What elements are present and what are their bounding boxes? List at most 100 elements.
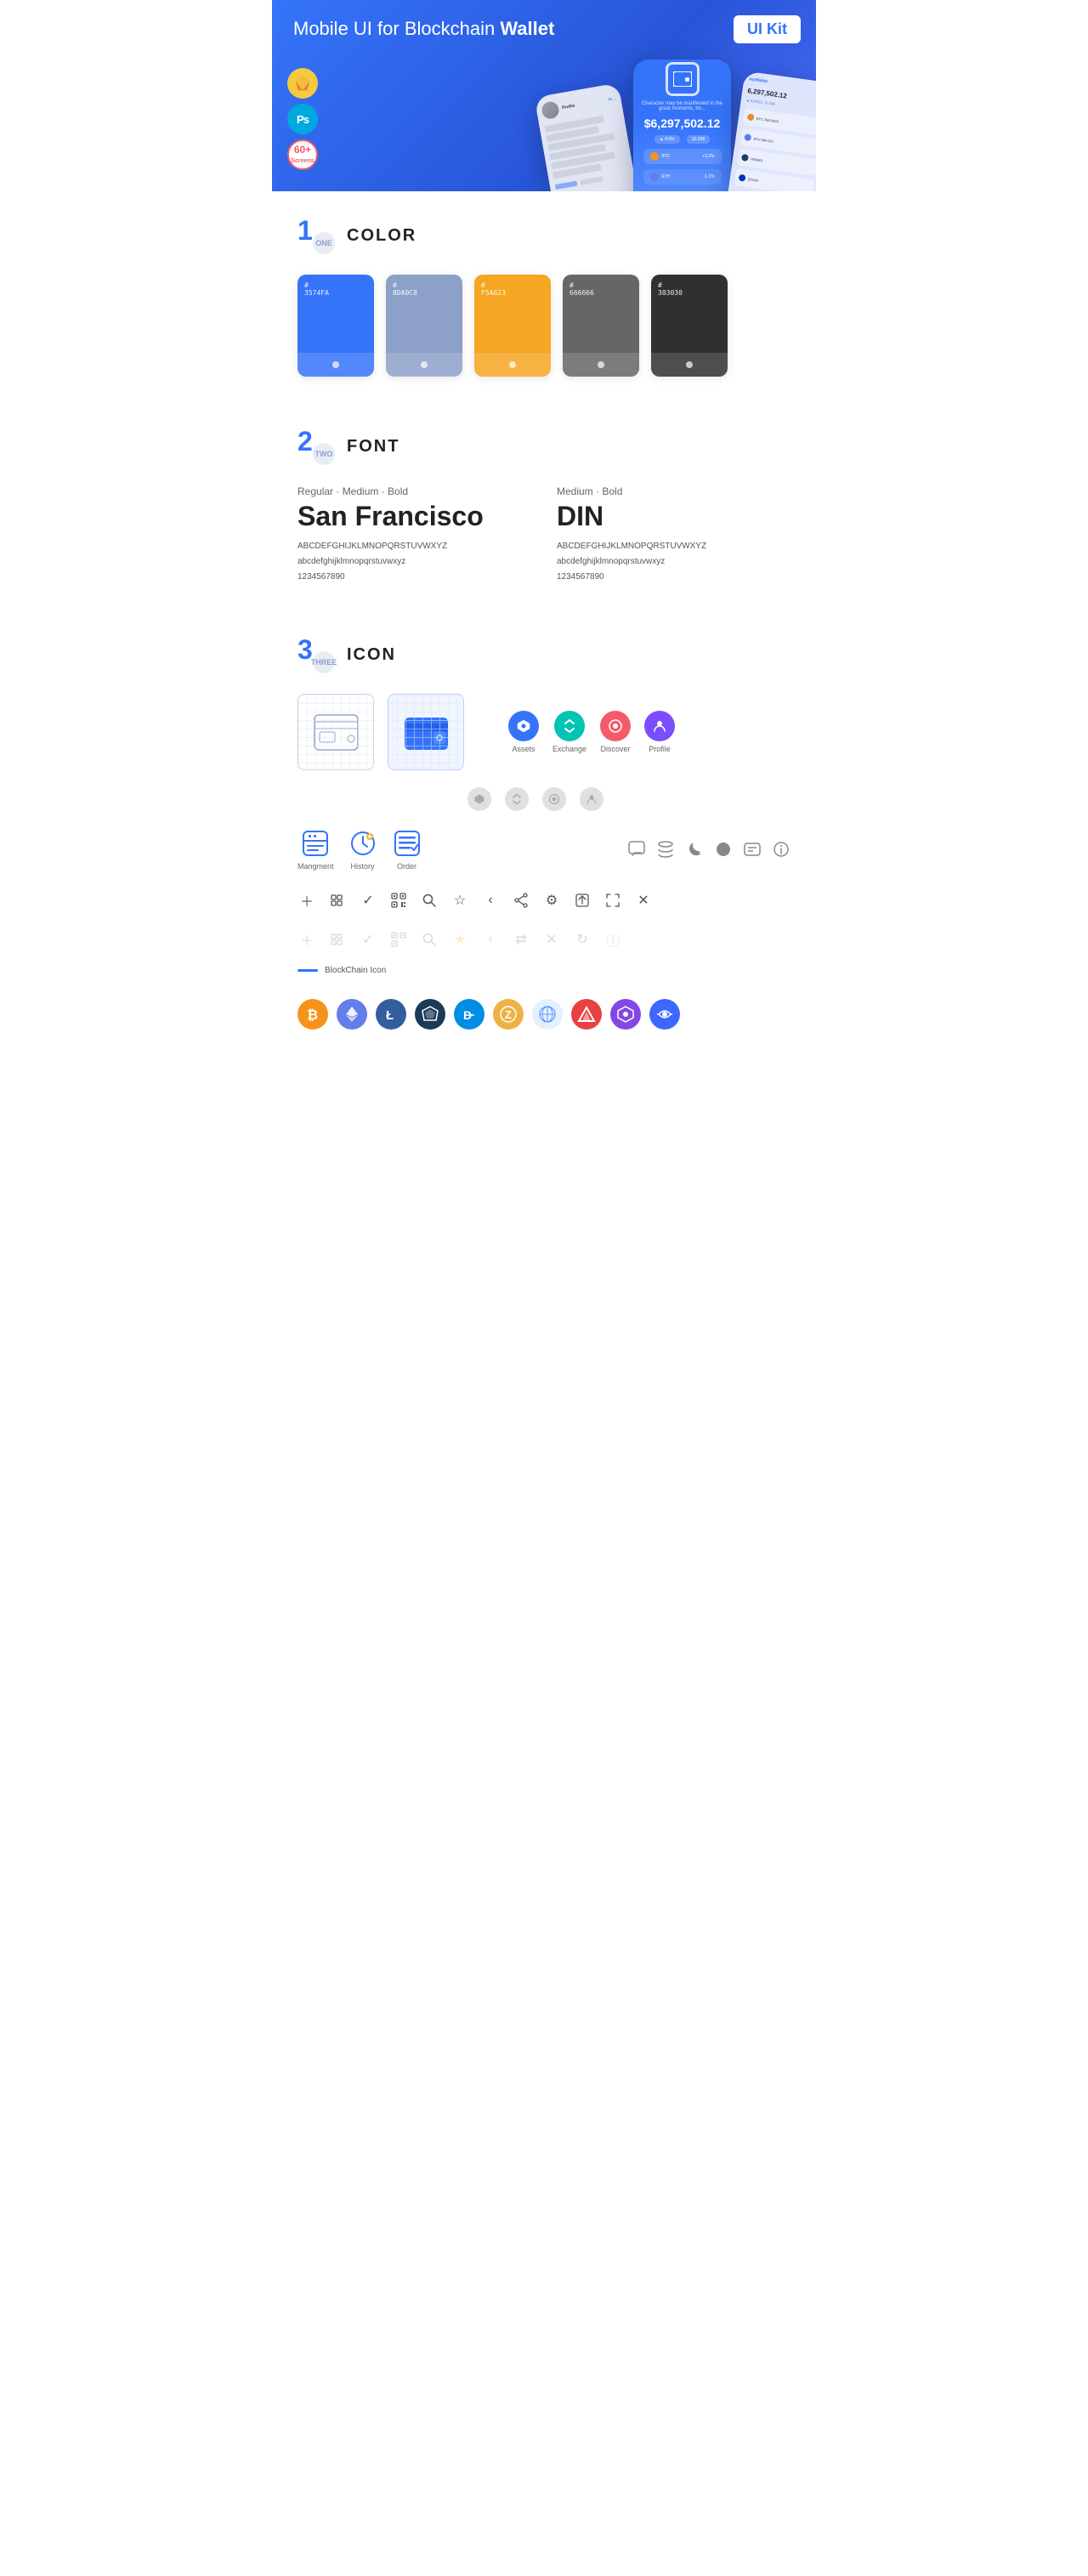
svg-text:Z: Z <box>505 1008 512 1021</box>
bottom-nav-icons-row: Mangment History Orde <box>298 828 790 871</box>
ghost-exchange-icon <box>505 787 529 811</box>
phone-mockup-right: myWallet 6,297,502.12 ▲ 4.04312 12-298 B… <box>725 71 816 191</box>
crypto-icons-row: ₿ Ł D Z <box>298 999 790 1030</box>
management-icon <box>300 828 331 859</box>
qr-icon <box>389 891 408 910</box>
order-icon-item: Order <box>392 828 422 871</box>
assets-icon-item: Assets <box>508 711 539 753</box>
circle-icon <box>714 840 733 859</box>
ghost-assets-icon <box>468 787 491 811</box>
chevron-left-icon-faded: ‹ <box>481 930 500 949</box>
icon-section-number: 3 THREE <box>298 636 335 673</box>
hero-section: Mobile UI for Blockchain Wallet UI Kit P… <box>272 0 816 191</box>
chat-icon <box>627 840 646 859</box>
ui-kit-badge: UI Kit <box>734 15 801 43</box>
message-icon <box>743 840 762 859</box>
svg-text:₿: ₿ <box>307 1007 318 1023</box>
order-icon <box>392 828 422 859</box>
x-icon-faded: ✕ <box>542 930 561 949</box>
list-icon-faded <box>328 930 347 949</box>
resize-icon <box>604 891 622 910</box>
exchange-icon-item: Exchange <box>552 711 586 753</box>
qr-icon-faded <box>389 930 408 949</box>
ghost-icons-row <box>298 787 790 811</box>
chevron-left-icon: ‹ <box>481 891 500 910</box>
color-swatch-orange: #F5A623 <box>474 275 551 377</box>
close-icon: ✕ <box>634 891 653 910</box>
action-icons-row-1: ＋ ✓ ☆ ‹ ⚙ ✕ <box>298 888 790 913</box>
star-icon: ☆ <box>450 891 469 910</box>
icon-grid: Assets Exchange Discover <box>298 694 790 1030</box>
font-section-header: 2 TWO FONT <box>298 428 790 465</box>
redo-icon-faded: ↻ <box>573 930 592 949</box>
divider-blue-line <box>298 969 318 972</box>
search-icon-faded <box>420 930 439 949</box>
ethereum-icon <box>337 999 367 1030</box>
share-icon <box>512 891 530 910</box>
polygon-icon <box>610 999 641 1030</box>
screens-badge: 60+Screens <box>287 139 318 170</box>
action-icons-row-2-faded: ＋ ✓ ★ ‹ ⇄ ✕ ↻ ⓘ <box>298 930 790 949</box>
layers-icon <box>656 840 675 859</box>
phone-mockup-left: Profile AI... <box>535 82 642 191</box>
sketch-badge <box>287 68 318 99</box>
plus-icon-faded: ＋ <box>298 930 316 949</box>
misc-icons-group <box>627 840 790 859</box>
arrows-icon-faded: ⇄ <box>512 930 530 949</box>
upload-icon <box>573 891 592 910</box>
color-swatch-dark: #303030 <box>651 275 728 377</box>
bitcoin-icon: ₿ <box>298 999 328 1030</box>
exchange-icon <box>554 711 585 741</box>
color-swatch-blue: #3574FA <box>298 275 374 377</box>
color-swatch-slate: #8DA0C8 <box>386 275 462 377</box>
dash-icon: D <box>454 999 484 1030</box>
icon-section-header: 3 THREE ICON <box>298 636 790 673</box>
hero-title: Mobile UI for Blockchain Wallet <box>293 17 795 42</box>
color-section: 1 ONE COLOR #3574FA #8DA0C8 #F5A623 #666… <box>272 191 816 402</box>
icon-section: 3 THREE ICON <box>272 610 816 1055</box>
check-icon: ✓ <box>359 891 377 910</box>
assets-icon <box>508 711 539 741</box>
avalanche-icon <box>571 999 602 1030</box>
discover-icon <box>600 711 631 741</box>
zcash-icon: Z <box>493 999 524 1030</box>
phone-mockup-center: Character may be manifested in the great… <box>633 60 731 191</box>
blueprint-icons-row: Assets Exchange Discover <box>298 694 790 770</box>
history-icon-item: History <box>348 828 378 871</box>
check-icon-faded: ✓ <box>359 930 377 949</box>
moon-icon <box>685 840 704 859</box>
blockchain-divider: BlockChain Icon <box>298 966 790 975</box>
management-icon-item: Mangment <box>298 828 334 871</box>
info-icon-faded: ⓘ <box>604 930 622 949</box>
font-section: 2 TWO FONT Regular · Medium · Bold San F… <box>272 402 816 610</box>
phone-mockups: Profile AI... Charac <box>544 60 816 191</box>
litecoin-icon: Ł <box>376 999 406 1030</box>
font-din: Medium · Bold DIN ABCDEFGHIJKLMNOPQRSTUV… <box>557 485 790 585</box>
svg-text:Ł: Ł <box>386 1008 394 1023</box>
info-icon <box>772 840 790 859</box>
font-grid: Regular · Medium · Bold San Francisco AB… <box>298 485 790 585</box>
font-section-number: 2 TWO <box>298 428 335 465</box>
search-icon <box>420 891 439 910</box>
list-icon <box>328 891 347 910</box>
profile-icon-item: Profile <box>644 711 675 753</box>
profile-icon <box>644 711 675 741</box>
bancor-icon <box>649 999 680 1030</box>
loopring-icon <box>532 999 563 1030</box>
history-icon <box>348 828 378 859</box>
font-san-francisco: Regular · Medium · Bold San Francisco AB… <box>298 485 531 585</box>
discover-icon-item: Discover <box>600 711 631 753</box>
color-swatch-gray: #666666 <box>563 275 639 377</box>
star-icon-faded: ★ <box>450 930 469 949</box>
ghost-discover-icon <box>542 787 566 811</box>
ghost-profile-icon <box>580 787 604 811</box>
plus-icon: ＋ <box>298 891 316 910</box>
blueprint-icon-1 <box>298 694 374 770</box>
hero-badges: Ps 60+Screens <box>287 68 318 170</box>
settings-icon: ⚙ <box>542 891 561 910</box>
color-section-header: 1 ONE COLOR <box>298 217 790 254</box>
color-swatches: #3574FA #8DA0C8 #F5A623 #666666 #303030 <box>298 275 790 377</box>
colored-wallet-icon <box>388 694 464 770</box>
color-section-number: 1 ONE <box>298 217 335 254</box>
stratis-icon <box>415 999 445 1030</box>
